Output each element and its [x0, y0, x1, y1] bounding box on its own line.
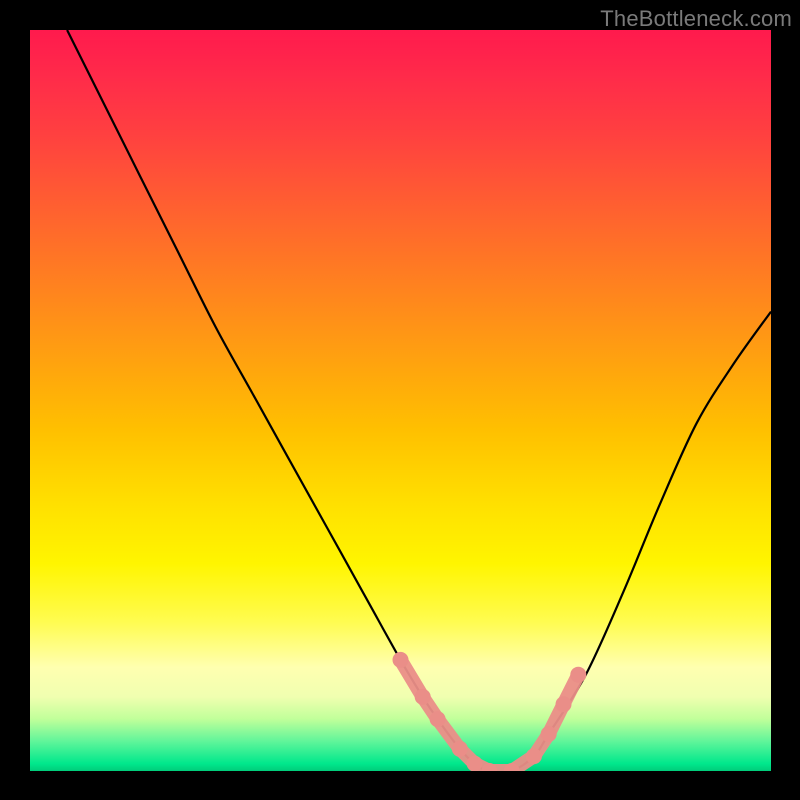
highlight-dot — [393, 652, 409, 668]
highlight-dots-stroke — [401, 660, 579, 771]
highlight-dot — [467, 756, 483, 771]
highlight-dot — [415, 689, 431, 705]
highlight-dot — [452, 741, 468, 757]
bottleneck-curve — [67, 30, 771, 771]
chart-svg — [30, 30, 771, 771]
highlight-dots — [393, 652, 587, 771]
chart-frame: TheBottleneck.com — [0, 0, 800, 800]
highlight-dot — [430, 711, 446, 727]
watermark-text: TheBottleneck.com — [600, 6, 792, 32]
highlight-dot — [541, 726, 557, 742]
bottleneck-curve-path — [67, 30, 771, 771]
highlight-dot — [526, 748, 542, 764]
highlight-dot — [556, 696, 572, 712]
highlight-dot — [570, 667, 586, 683]
plot-area — [30, 30, 771, 771]
